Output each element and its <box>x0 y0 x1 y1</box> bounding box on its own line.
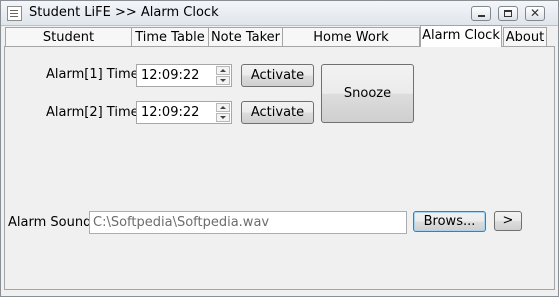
play-sound-button[interactable]: > <box>494 211 522 231</box>
snooze-button[interactable]: Snooze <box>321 64 414 123</box>
alarm-2-decrement-button[interactable] <box>216 113 230 122</box>
alarm-sound-path-input[interactable]: C:\Softpedia\Softpedia.wav <box>89 211 407 234</box>
window-title: Student LiFE >> Alarm Clock <box>29 5 219 20</box>
app-window: Student LiFE >> Alarm Clock ✕ Student In… <box>0 0 559 297</box>
browse-button[interactable]: Brows... <box>413 211 486 232</box>
minimize-icon <box>478 15 485 17</box>
alarm-sound-label: Alarm Sound: <box>8 215 96 230</box>
tab-alarm-clock[interactable]: Alarm Clock <box>420 25 502 47</box>
tab-note-taker[interactable]: Note Taker <box>208 27 283 47</box>
alarm-2-label: Alarm[2] Time <box>46 105 139 120</box>
app-icon <box>7 6 22 21</box>
alarm-1-label: Alarm[1] Time <box>46 67 139 82</box>
alarm-1-decrement-button[interactable] <box>216 76 230 85</box>
minimize-button[interactable] <box>471 6 491 21</box>
close-button[interactable]: ✕ <box>525 6 545 21</box>
alarm-2-time-value: 12:09:22 <box>141 105 200 120</box>
alarm-1-activate-button[interactable]: Activate <box>241 64 314 87</box>
tab-time-table[interactable]: Time Table <box>131 27 209 47</box>
tab-student-information[interactable]: Student Information <box>5 27 132 64</box>
tab-home-work-reminder[interactable]: Home Work Reminder <box>282 27 420 64</box>
alarm-2-activate-button[interactable]: Activate <box>241 101 314 124</box>
close-icon: ✕ <box>530 6 541 20</box>
alarm-sound-path-value: C:\Softpedia\Softpedia.wav <box>93 215 270 230</box>
alarm-1-time-input[interactable]: 12:09:22 <box>136 64 232 87</box>
maximize-icon <box>504 10 512 17</box>
alarm-1-time-value: 12:09:22 <box>141 68 200 83</box>
title-bar[interactable]: Student LiFE >> Alarm Clock ✕ <box>1 1 558 26</box>
alarm-2-time-input[interactable]: 12:09:22 <box>136 101 232 124</box>
tab-about[interactable]: About <box>503 27 547 47</box>
maximize-button[interactable] <box>498 6 518 21</box>
alarm-1-increment-button[interactable] <box>216 66 230 75</box>
alarm-2-increment-button[interactable] <box>216 103 230 112</box>
